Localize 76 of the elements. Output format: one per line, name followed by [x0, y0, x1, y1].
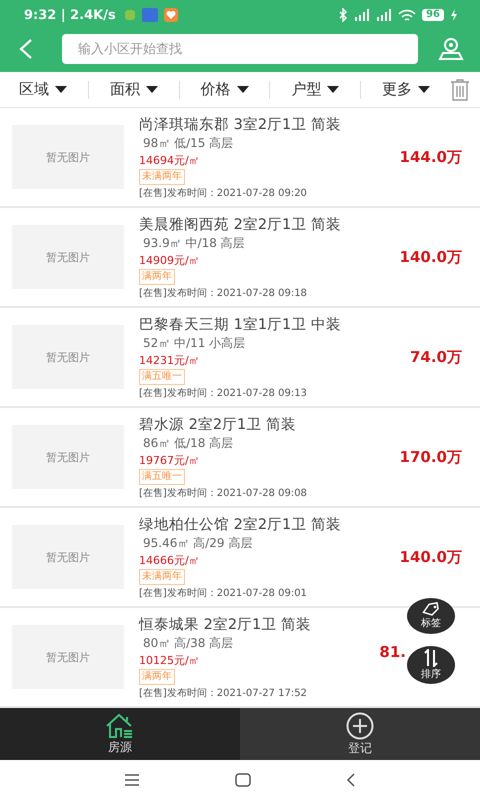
listing-tag: 未满两年	[139, 168, 185, 184]
search-field[interactable]: 输入小区开始查找	[62, 34, 418, 64]
caret-icon	[327, 86, 340, 93]
house-icon	[105, 712, 135, 738]
placeholder-text: 暂无图片	[46, 550, 90, 564]
location-pin-icon[interactable]	[438, 37, 464, 61]
filter-dropdown[interactable]: 户型	[289, 80, 342, 99]
listing-tag: 满五唯一	[139, 368, 185, 384]
listing-details: 95.46㎡ 高/29 高层	[142, 534, 254, 552]
listing-price: 140.0万	[398, 548, 462, 566]
listing-title[interactable]: 巴黎春天三期 1室1厅1卫 中装	[139, 314, 392, 334]
placeholder-text: 暂无图片	[46, 150, 90, 164]
placeholder-text: 暂无图片	[46, 450, 90, 464]
listing-price: 74.0万	[408, 348, 462, 366]
app-icon	[142, 8, 158, 22]
plus-circle-icon	[346, 712, 374, 740]
signal-icon	[354, 9, 370, 21]
charging-icon	[450, 9, 458, 21]
filter-dropdown[interactable]: 更多	[380, 80, 432, 99]
unit-price: 19767元/㎡	[139, 452, 201, 468]
unit-price: 14231元/㎡	[139, 352, 201, 368]
listing-details: 93.9㎡ 中/18 高层	[142, 234, 246, 252]
back-icon[interactable]	[346, 773, 356, 787]
sort-icon	[424, 649, 438, 667]
listing-title[interactable]: 绿地柏仕公馆 2室2厅1卫 简装	[139, 514, 392, 534]
listing-details: 86㎡ 低/18 高层	[142, 434, 234, 452]
tag-button[interactable]: 标签	[407, 598, 455, 634]
tag-icon	[421, 602, 441, 616]
sort-button[interactable]: 排序	[407, 646, 455, 684]
listing-title[interactable]: 美晨雅阁西苑 2室2厅1卫 简装	[139, 214, 392, 234]
listing-tag: 满五唯一	[139, 468, 185, 484]
listing-title[interactable]: 碧水源 2室2厅1卫 简装	[139, 414, 392, 434]
battery-indicator: 96	[422, 9, 444, 21]
publish-time: [在售]发布时间：2021-07-27 17:52	[139, 686, 308, 700]
wifi-icon	[398, 8, 416, 22]
listing-title[interactable]: 尚泽琪瑞东郡 3室2厅1卫 简装	[139, 114, 392, 134]
signal-icon	[376, 9, 392, 21]
publish-time: [在售]发布时间：2021-07-28 09:18	[139, 286, 308, 300]
unit-price: 14666元/㎡	[139, 552, 201, 568]
listing-price: 144.0万	[398, 148, 462, 166]
listing-details: 52㎡ 中/11 小高层	[142, 334, 246, 352]
publish-time: [在售]发布时间：2021-07-28 09:20	[139, 186, 308, 200]
trash-icon[interactable]	[450, 78, 470, 100]
publish-time: [在售]发布时间：2021-07-28 09:08	[139, 486, 308, 500]
app-icon	[124, 9, 136, 21]
listing-tag: 满两年	[139, 668, 175, 684]
filter-dropdown[interactable]: 区域	[17, 80, 69, 99]
home-icon[interactable]	[235, 773, 251, 787]
bottom-tab[interactable]: 房源	[0, 708, 240, 760]
listing-price: 140.0万	[398, 248, 462, 266]
filter-dropdown[interactable]: 面积	[108, 80, 160, 99]
placeholder-text: 暂无图片	[46, 650, 90, 664]
status-time: 9:32 | 2.4K/s	[24, 8, 116, 22]
menu-icon[interactable]	[124, 774, 140, 786]
unit-price: 14909元/㎡	[139, 252, 201, 268]
caret-icon	[418, 86, 430, 93]
listing-price: 170.0万	[398, 448, 462, 466]
listing-tag: 满两年	[139, 268, 175, 284]
listing-details: 80㎡ 高/38 高层	[142, 634, 234, 652]
caret-icon	[146, 86, 158, 93]
bottom-tab[interactable]: 登记	[240, 708, 480, 760]
caret-icon	[236, 86, 248, 93]
filter-dropdown[interactable]: 价格	[198, 80, 250, 99]
placeholder-text: 暂无图片	[46, 350, 90, 364]
caret-icon	[55, 86, 67, 93]
publish-time: [在售]发布时间：2021-07-28 09:01	[139, 586, 308, 600]
bluetooth-icon	[338, 8, 348, 22]
publish-time: [在售]发布时间：2021-07-28 09:13	[139, 386, 308, 400]
app-icon	[164, 8, 178, 22]
listing-details: 98㎡ 低/15 高层	[142, 134, 234, 152]
listing-title[interactable]: 恒泰城果 2室2厅1卫 简装	[139, 614, 380, 634]
placeholder-text: 暂无图片	[46, 250, 90, 264]
unit-price: 14694元/㎡	[139, 152, 201, 168]
unit-price: 10125元/㎡	[139, 652, 201, 668]
listing-price: 81.	[379, 643, 406, 661]
listing-tag: 未满两年	[139, 568, 185, 584]
